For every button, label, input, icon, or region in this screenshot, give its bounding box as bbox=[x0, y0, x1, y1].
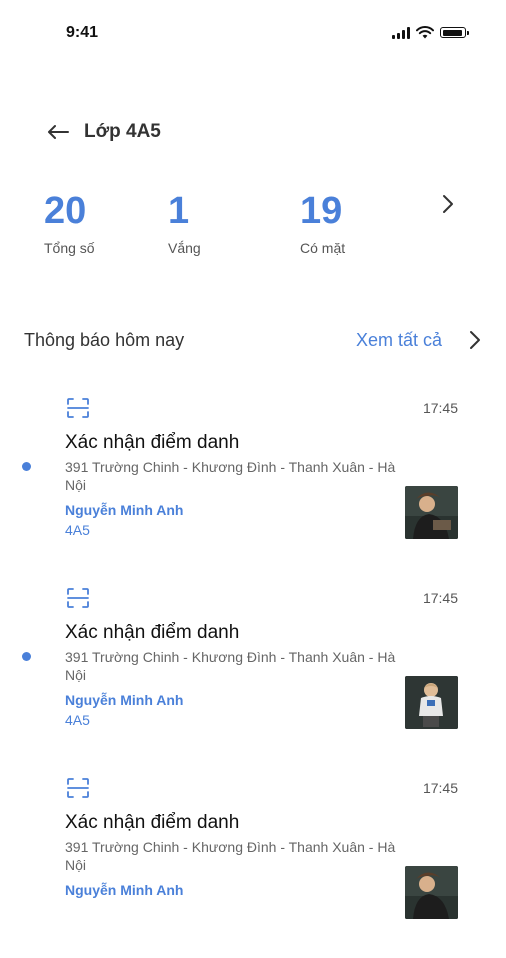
stat-present: 19 Có mặt bbox=[300, 188, 345, 256]
stat-total-label: Tổng số bbox=[44, 240, 95, 256]
notification-address: 391 Trường Chinh - Khương Đình - Thanh X… bbox=[65, 459, 396, 493]
stat-absent-value: 1 bbox=[168, 190, 190, 232]
notification-time: 17:45 bbox=[422, 780, 458, 796]
stat-present-label: Có mặt bbox=[300, 240, 346, 256]
wifi-icon bbox=[416, 26, 434, 39]
student-photo bbox=[405, 486, 458, 539]
page-header: Lớp 4A5 bbox=[44, 118, 161, 146]
notification-address: 391 Trường Chinh - Khương Đình - Thanh X… bbox=[65, 839, 396, 873]
back-button[interactable] bbox=[44, 118, 72, 146]
stat-absent-label: Vắng bbox=[168, 240, 201, 256]
notification-item[interactable]: 17:45 Xác nhận điểm danh 391 Trường Chin… bbox=[0, 398, 506, 578]
scan-icon bbox=[67, 588, 89, 608]
notification-title: Xác nhận điểm danh bbox=[65, 432, 240, 453]
student-name: Nguyễn Minh Anh bbox=[65, 692, 184, 708]
student-name: Nguyễn Minh Anh bbox=[65, 882, 184, 898]
unread-dot bbox=[22, 462, 31, 471]
stat-absent: 1 Vắng bbox=[168, 188, 201, 256]
notification-time: 17:45 bbox=[422, 590, 458, 606]
battery-icon bbox=[440, 27, 469, 38]
cellular-signal-icon bbox=[392, 26, 410, 39]
stat-present-value: 19 bbox=[300, 190, 343, 232]
notification-item[interactable]: 17:45 Xác nhận điểm danh 391 Trường Chin… bbox=[0, 778, 506, 958]
section-title: Thông báo hôm nay bbox=[24, 329, 185, 350]
status-time: 9:41 bbox=[66, 24, 99, 41]
page-title: Lớp 4A5 bbox=[84, 121, 161, 142]
attendance-stats[interactable]: 20 Tổng số 1 Vắng 19 Có mặt bbox=[0, 188, 506, 268]
arrow-left-icon bbox=[48, 125, 69, 139]
stat-total: 20 Tổng số bbox=[44, 188, 95, 256]
notifications-section-header: Thông báo hôm nay Xem tất cả bbox=[24, 324, 486, 356]
student-photo bbox=[405, 676, 458, 729]
chevron-right-icon bbox=[470, 331, 480, 349]
notification-title: Xác nhận điểm danh bbox=[65, 622, 240, 643]
unread-dot bbox=[22, 652, 31, 661]
student-class: 4A5 bbox=[65, 522, 90, 538]
student-name: Nguyễn Minh Anh bbox=[65, 502, 184, 518]
see-all-link[interactable]: Xem tất cả bbox=[356, 330, 442, 351]
stat-total-value: 20 bbox=[44, 190, 87, 232]
notification-item[interactable]: 17:45 Xác nhận điểm danh 391 Trường Chin… bbox=[0, 588, 506, 768]
status-icons bbox=[392, 26, 469, 39]
see-all-chevron-button[interactable] bbox=[464, 326, 486, 354]
student-class: 4A5 bbox=[65, 712, 90, 728]
stats-detail-button[interactable] bbox=[434, 190, 462, 218]
scan-icon bbox=[67, 398, 89, 418]
status-bar: 9:41 bbox=[0, 0, 506, 66]
notification-title: Xác nhận điểm danh bbox=[65, 812, 240, 833]
scan-icon bbox=[67, 778, 89, 798]
notification-time: 17:45 bbox=[422, 400, 458, 416]
chevron-right-icon bbox=[443, 195, 453, 213]
student-photo bbox=[405, 866, 458, 919]
notification-address: 391 Trường Chinh - Khương Đình - Thanh X… bbox=[65, 649, 396, 683]
